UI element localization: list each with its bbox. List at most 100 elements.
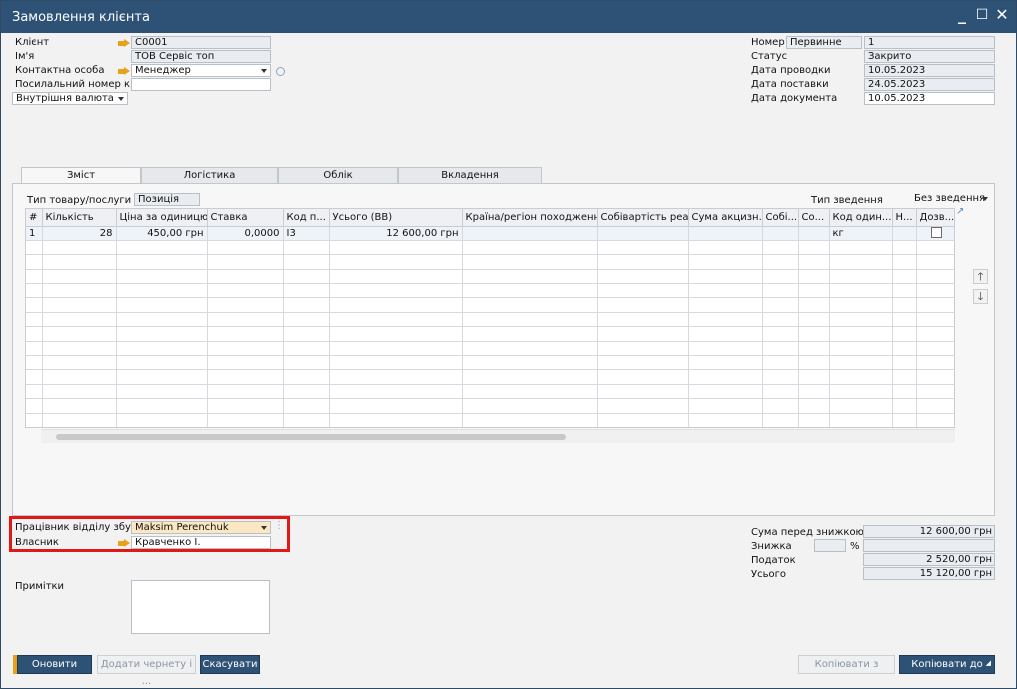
table-cell[interactable] — [762, 226, 799, 241]
table-row[interactable] — [26, 341, 954, 357]
quantity-cell[interactable]: 28 — [42, 226, 117, 241]
table-row[interactable] — [26, 254, 954, 270]
column-header[interactable]: Ставка — [207, 209, 284, 227]
add-draft-button[interactable]: Додати чернету і ... — [97, 655, 196, 687]
contact-person-value: Менеджер — [135, 65, 191, 76]
document-number-field[interactable]: 1 — [864, 36, 995, 49]
excise-cell[interactable] — [688, 226, 763, 241]
column-header[interactable]: Кількість — [42, 209, 117, 227]
chevron-down-icon — [261, 69, 267, 73]
allow-checkbox[interactable] — [930, 227, 942, 239]
column-header[interactable]: Ціна за одиницю — [116, 209, 208, 227]
discount-amount-field[interactable] — [863, 539, 995, 552]
chevron-down-icon — [982, 197, 988, 201]
notes-label: Примітки — [15, 581, 65, 592]
table-row[interactable] — [26, 384, 954, 400]
delivery-date-label: Дата поставки — [751, 79, 829, 90]
minimize-icon[interactable]: _ — [953, 5, 971, 24]
highlight-box — [9, 516, 290, 552]
notes-textarea[interactable] — [131, 580, 270, 634]
document-date-field[interactable]: 10.05.2023 — [864, 92, 995, 105]
percent-sign: % — [850, 541, 860, 552]
delivery-date-field[interactable]: 24.05.2023 — [864, 78, 995, 91]
chevron-down-icon — [118, 97, 124, 101]
sales-order-window: Замовлення клієнта _ ☐ ✕ Клієнт C0001 Ім… — [0, 0, 1017, 689]
table-row[interactable] — [26, 312, 954, 328]
table-row[interactable] — [26, 269, 954, 285]
currency-dropdown[interactable]: Внутрішня валюта — [12, 92, 128, 105]
link-arrow-icon[interactable] — [118, 39, 130, 48]
table-row[interactable] — [26, 283, 954, 299]
column-header[interactable]: Дозв... — [916, 209, 954, 227]
before-discount-label: Сума перед знижкою — [751, 527, 864, 538]
item-type-label: Тип товару/послуги — [27, 195, 132, 206]
tax-label: Податок — [751, 555, 796, 566]
cost-cell[interactable] — [597, 226, 689, 241]
column-header[interactable]: Сума акцизн... — [688, 209, 763, 227]
reference-number-field[interactable] — [131, 78, 271, 91]
copy-to-button[interactable]: Копіювати до ◢ — [899, 655, 995, 674]
close-icon[interactable]: ✕ — [993, 5, 1011, 24]
total-cell[interactable]: 12 600,00 грн — [329, 226, 463, 241]
column-header[interactable]: Країна/регіон походження — [462, 209, 598, 227]
column-header[interactable]: Н... — [892, 209, 917, 227]
summary-type-label: Тип зведення — [811, 195, 883, 206]
posting-date-label: Дата проводки — [751, 65, 831, 76]
expand-arrow-icon[interactable]: ↗ — [956, 206, 964, 217]
posting-date-field[interactable]: 10.05.2023 — [864, 64, 995, 77]
reference-number-label: Посилальний номер к — [15, 79, 131, 90]
discount-label: Знижка — [751, 541, 792, 552]
table-row[interactable] — [26, 355, 954, 371]
tab-attachments[interactable]: Вкладення — [398, 167, 542, 184]
link-arrow-icon[interactable] — [118, 67, 130, 76]
discount-percent-field[interactable] — [814, 539, 846, 552]
unit-price-cell[interactable]: 450,00 грн — [116, 226, 208, 241]
contact-person-dropdown[interactable]: Менеджер — [131, 64, 271, 77]
horizontal-scrollbar[interactable] — [41, 429, 955, 443]
move-down-icon[interactable]: 🡓 — [973, 289, 988, 304]
table-row[interactable]: 1 28 450,00 грн 0,0000 I3 12 600,00 грн … — [26, 226, 954, 241]
total-field: 15 120,00 грн — [863, 567, 995, 580]
uom-code-cell[interactable]: кг — [829, 226, 893, 241]
column-header[interactable]: Собі... — [762, 209, 799, 227]
scrollbar-thumb[interactable] — [56, 434, 566, 440]
copy-from-button[interactable]: Копіювати з — [798, 655, 895, 674]
number-series-dropdown[interactable]: Первинне — [786, 36, 862, 49]
tab-accounting[interactable]: Облік — [278, 167, 398, 184]
country-cell[interactable] — [462, 226, 598, 241]
table-row[interactable] — [26, 326, 954, 342]
move-up-icon[interactable]: 🡑 — [973, 269, 988, 284]
table-cell[interactable] — [798, 226, 830, 241]
dropdown-corner-icon: ◢ — [985, 659, 991, 667]
table-row[interactable] — [26, 240, 954, 256]
maximize-icon[interactable]: ☐ — [973, 7, 991, 23]
update-button[interactable]: Оновити — [17, 655, 92, 674]
table-row[interactable] — [26, 297, 954, 313]
column-header[interactable]: Код один... — [829, 209, 893, 227]
tax-code-cell[interactable]: I3 — [283, 226, 330, 241]
allow-checkbox-cell[interactable] — [916, 226, 954, 241]
column-header[interactable]: Собівартість реа... — [597, 209, 689, 227]
table-row[interactable] — [26, 398, 954, 414]
tab-logistics[interactable]: Логістика — [141, 167, 278, 184]
client-field[interactable]: C0001 — [131, 36, 271, 49]
column-header[interactable]: # — [26, 209, 43, 227]
column-header[interactable]: Усього (ВВ) — [329, 209, 463, 227]
table-row[interactable] — [26, 369, 954, 385]
table-row[interactable] — [26, 413, 954, 427]
cancel-button[interactable]: Скасувати — [200, 655, 260, 674]
summary-type-dropdown[interactable]: Без зведення — [911, 193, 991, 206]
table-cell[interactable] — [892, 226, 917, 241]
column-header[interactable]: Код п... — [283, 209, 330, 227]
name-field[interactable]: ТОВ Сервіс топ — [131, 50, 271, 63]
grid-header-row: # Кількість Ціна за одиницю Ставка Код п… — [26, 209, 954, 227]
column-header[interactable]: Со... — [798, 209, 830, 227]
items-grid[interactable]: # Кількість Ціна за одиницю Ставка Код п… — [25, 208, 955, 428]
row-number-cell: 1 — [26, 226, 43, 241]
info-icon[interactable] — [276, 67, 285, 76]
rate-cell[interactable]: 0,0000 — [207, 226, 284, 241]
status-field[interactable]: Закрито — [864, 50, 995, 63]
item-type-dropdown[interactable]: Позиція — [134, 193, 200, 206]
total-label: Усього — [751, 569, 786, 580]
status-label: Статус — [751, 51, 788, 62]
